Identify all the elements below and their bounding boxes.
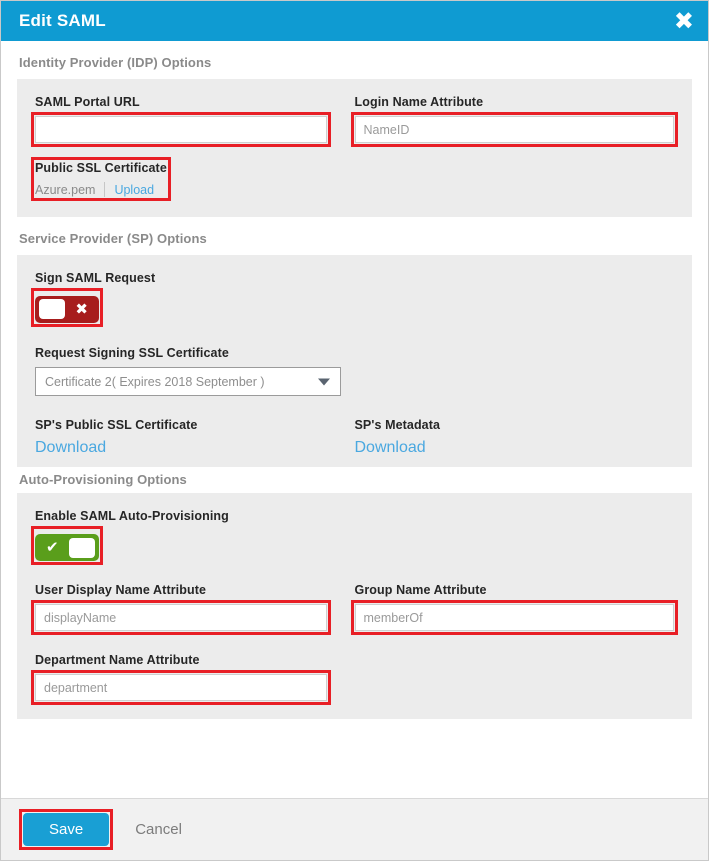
department-name-input[interactable] (35, 674, 327, 701)
dialog-body: Identity Provider (IDP) Options SAML Por… (1, 41, 708, 798)
public-ssl-certificate-group: Public SSL Certificate Azure.pem Upload (31, 157, 171, 201)
saml-portal-url-group: SAML Portal URL (31, 95, 355, 147)
user-display-name-highlight (31, 600, 330, 635)
save-button[interactable]: Save (23, 813, 110, 846)
idp-panel: SAML Portal URL Login Name Attribute Pub… (17, 79, 692, 217)
group-name-highlight (350, 600, 678, 635)
toggle-knob (39, 299, 65, 319)
enable-auto-provisioning-group: Enable SAML Auto-Provisioning ✔ (31, 509, 674, 565)
empty-cell (355, 653, 675, 701)
sp-panel: Sign SAML Request ✖ Request Signing SSL … (17, 254, 692, 467)
attributes-row-1: User Display Name Attribute Group Name A… (31, 583, 678, 635)
enable-auto-provisioning-label: Enable SAML Auto-Provisioning (35, 509, 229, 523)
request-signing-certificate-label: Request Signing SSL Certificate (35, 346, 229, 360)
sign-saml-request-toggle[interactable]: ✖ (35, 295, 99, 323)
sp-public-ssl-certificate-group: SP's Public SSL Certificate Download (35, 418, 355, 457)
idp-section-header: Identity Provider (IDP) Options (19, 55, 212, 70)
upload-certificate-link[interactable]: Upload (105, 183, 154, 197)
saml-portal-url-highlight (31, 112, 330, 147)
group-name-input[interactable] (354, 604, 674, 631)
request-signing-certificate-group: Request Signing SSL Certificate Certific… (35, 346, 674, 396)
sp-links-row: SP's Public SSL Certificate Download SP'… (35, 418, 674, 457)
user-display-name-label: User Display Name Attribute (35, 583, 207, 597)
request-signing-certificate-select-wrap: Certificate 2( Expires 2018 September ) (35, 367, 341, 396)
dialog-footer: Save Cancel (1, 798, 708, 860)
sp-public-ssl-certificate-label: SP's Public SSL Certificate (35, 418, 198, 432)
public-ssl-certificate-value-row: Azure.pem Upload (35, 182, 167, 197)
sp-metadata-group: SP's Metadata Download (355, 418, 675, 457)
close-icon[interactable]: ✖ (674, 9, 694, 33)
check-icon: ✔ (46, 538, 59, 556)
enable-auto-provisioning-toggle[interactable]: ✔ (35, 534, 99, 561)
toggle-knob (69, 537, 95, 558)
login-name-attribute-highlight (350, 112, 678, 147)
request-signing-certificate-select[interactable]: Certificate 2( Expires 2018 September ) (35, 367, 341, 396)
saml-portal-url-label: SAML Portal URL (35, 95, 140, 109)
sign-saml-request-group: Sign SAML Request ✖ (31, 270, 674, 327)
login-name-attribute-group: Login Name Attribute (350, 95, 678, 147)
sp-metadata-download-link[interactable]: Download (355, 439, 675, 457)
idp-first-row: SAML Portal URL Login Name Attribute (31, 95, 678, 147)
public-ssl-certificate-label: Public SSL Certificate (35, 161, 167, 175)
sp-section-header: Service Provider (SP) Options (19, 230, 207, 246)
saml-portal-url-input[interactable] (35, 116, 327, 143)
department-name-label: Department Name Attribute (35, 653, 200, 667)
dialog-titlebar: Edit SAML ✖ (1, 1, 708, 41)
department-name-highlight (31, 670, 330, 705)
sign-saml-request-label: Sign SAML Request (35, 270, 156, 285)
attributes-row-2: Department Name Attribute (31, 653, 675, 705)
cancel-button[interactable]: Cancel (135, 821, 182, 838)
group-name-group: Group Name Attribute (350, 583, 678, 635)
auto-provisioning-panel: Enable SAML Auto-Provisioning ✔ User Dis… (17, 493, 692, 719)
department-name-group: Department Name Attribute (31, 653, 355, 705)
certificate-file-name: Azure.pem (35, 182, 96, 197)
dialog-title: Edit SAML (19, 11, 106, 30)
group-name-label: Group Name Attribute (354, 583, 487, 597)
edit-saml-dialog: Edit SAML ✖ Identity Provider (IDP) Opti… (0, 0, 709, 861)
sp-metadata-label: SP's Metadata (354, 418, 441, 432)
user-display-name-group: User Display Name Attribute (31, 583, 355, 635)
enable-auto-provisioning-highlight: ✔ (31, 526, 103, 565)
sp-public-ssl-certificate-download-link[interactable]: Download (35, 439, 327, 457)
cross-icon: ✖ (75, 299, 88, 318)
login-name-attribute-input[interactable] (354, 116, 674, 143)
save-button-highlight: Save (18, 809, 114, 850)
auto-provisioning-section-header: Auto-Provisioning Options (19, 472, 187, 487)
login-name-attribute-label: Login Name Attribute (354, 95, 484, 109)
user-display-name-input[interactable] (35, 604, 327, 631)
sign-saml-request-highlight: ✖ (31, 287, 103, 327)
